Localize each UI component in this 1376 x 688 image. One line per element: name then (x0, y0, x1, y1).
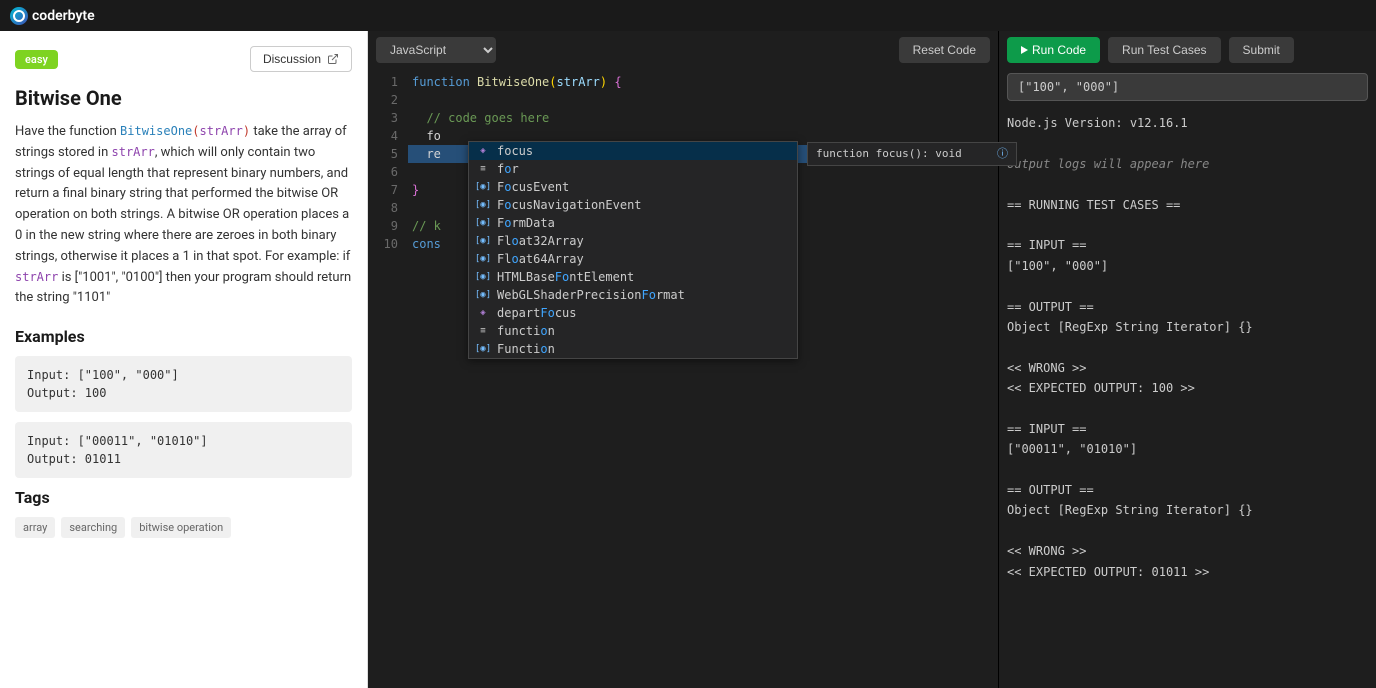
editor-toolbar: JavaScript Reset Code (368, 31, 998, 69)
autocomplete-item[interactable]: ◈ focus (469, 142, 797, 160)
info-icon[interactable]: ⓘ (997, 145, 1008, 163)
autocomplete-item[interactable]: ◈ departFocus (469, 304, 797, 322)
autocomplete-label: for (497, 160, 791, 178)
autocomplete-item[interactable]: [◉] Float32Array (469, 232, 797, 250)
method-icon: ◈ (475, 144, 491, 158)
autocomplete-label: focus (497, 142, 791, 160)
var-icon: [◉] (475, 180, 491, 194)
var-icon: [◉] (475, 342, 491, 356)
var-icon: [◉] (475, 270, 491, 284)
editor-panel: JavaScript Reset Code 12345678910 functi… (368, 31, 998, 688)
test-input-preview[interactable]: ["100", "000"] (1007, 73, 1368, 101)
autocomplete-label: Float32Array (497, 232, 791, 250)
difficulty-badge: easy (15, 50, 58, 69)
code-editor[interactable]: 12345678910 function BitwiseOne(strArr) … (368, 69, 998, 688)
problem-panel: easy Discussion Bitwise One Have the fun… (0, 31, 368, 688)
run-tests-button[interactable]: Run Test Cases (1108, 37, 1221, 63)
tags-container: array searching bitwise operation (15, 517, 352, 538)
code-content[interactable]: function BitwiseOne(strArr) { // code go… (408, 69, 998, 688)
examples-heading: Examples (15, 327, 352, 346)
tag[interactable]: bitwise operation (131, 517, 231, 538)
tags-heading: Tags (15, 488, 352, 507)
autocomplete-label: Function (497, 340, 791, 358)
problem-title: Bitwise One (15, 86, 352, 110)
autocomplete-label: departFocus (497, 304, 791, 322)
var-icon: [◉] (475, 234, 491, 248)
autocomplete-item[interactable]: [◉] HTMLBaseFontElement (469, 268, 797, 286)
output-toolbar: Run Code Run Test Cases Submit (1007, 37, 1368, 63)
logo[interactable]: coderbyte (10, 7, 95, 25)
autocomplete-item[interactable]: ≡ function (469, 322, 797, 340)
autocomplete-item[interactable]: [◉] Function (469, 340, 797, 358)
submit-button[interactable]: Submit (1229, 37, 1294, 63)
reset-code-button[interactable]: Reset Code (899, 37, 990, 63)
autocomplete-item[interactable]: ≡ for (469, 160, 797, 178)
autocomplete-item[interactable]: [◉] FocusNavigationEvent (469, 196, 797, 214)
keyword-icon: ≡ (475, 162, 491, 176)
method-icon: ◈ (475, 306, 491, 320)
autocomplete-label: HTMLBaseFontElement (497, 268, 791, 286)
autocomplete-item[interactable]: [◉] Float64Array (469, 250, 797, 268)
logo-text: coderbyte (32, 8, 95, 24)
keyword-icon: ≡ (475, 324, 491, 338)
autocomplete-label: Float64Array (497, 250, 791, 268)
discussion-button[interactable]: Discussion (250, 46, 352, 72)
autocomplete-label: FormData (497, 214, 791, 232)
autocomplete-popup[interactable]: function focus(): void ⓘ ◈focus≡for[◉]Fo… (468, 141, 798, 359)
autocomplete-label: function (497, 322, 791, 340)
var-icon: [◉] (475, 198, 491, 212)
example-2: Input: ["00011", "01010"] Output: 01011 (15, 422, 352, 478)
autocomplete-item[interactable]: [◉] FocusEvent (469, 178, 797, 196)
play-icon (1021, 46, 1028, 54)
output-panel: Run Code Run Test Cases Submit ["100", "… (998, 31, 1376, 688)
tag[interactable]: array (15, 517, 55, 538)
example-1: Input: ["100", "000"] Output: 100 (15, 356, 352, 412)
autocomplete-signature: function focus(): void ⓘ (807, 142, 1017, 166)
language-select[interactable]: JavaScript (376, 37, 496, 63)
logo-icon (10, 7, 28, 25)
var-icon: [◉] (475, 288, 491, 302)
output-console: Node.js Version: v12.16.1 output logs wi… (1007, 113, 1368, 582)
var-icon: [◉] (475, 216, 491, 230)
autocomplete-item[interactable]: [◉] FormData (469, 214, 797, 232)
app-header: coderbyte (0, 0, 1376, 31)
run-code-button[interactable]: Run Code (1007, 37, 1100, 63)
discussion-label: Discussion (263, 52, 321, 66)
problem-description: Have the function BitwiseOne(strArr) tak… (15, 122, 352, 309)
run-code-label: Run Code (1032, 43, 1086, 57)
var-icon: [◉] (475, 252, 491, 266)
autocomplete-item[interactable]: [◉] WebGLShaderPrecisionFormat (469, 286, 797, 304)
external-link-icon (327, 53, 339, 65)
autocomplete-label: FocusNavigationEvent (497, 196, 791, 214)
autocomplete-label: WebGLShaderPrecisionFormat (497, 286, 791, 304)
autocomplete-label: FocusEvent (497, 178, 791, 196)
tag[interactable]: searching (61, 517, 125, 538)
line-gutter: 12345678910 (368, 69, 408, 688)
